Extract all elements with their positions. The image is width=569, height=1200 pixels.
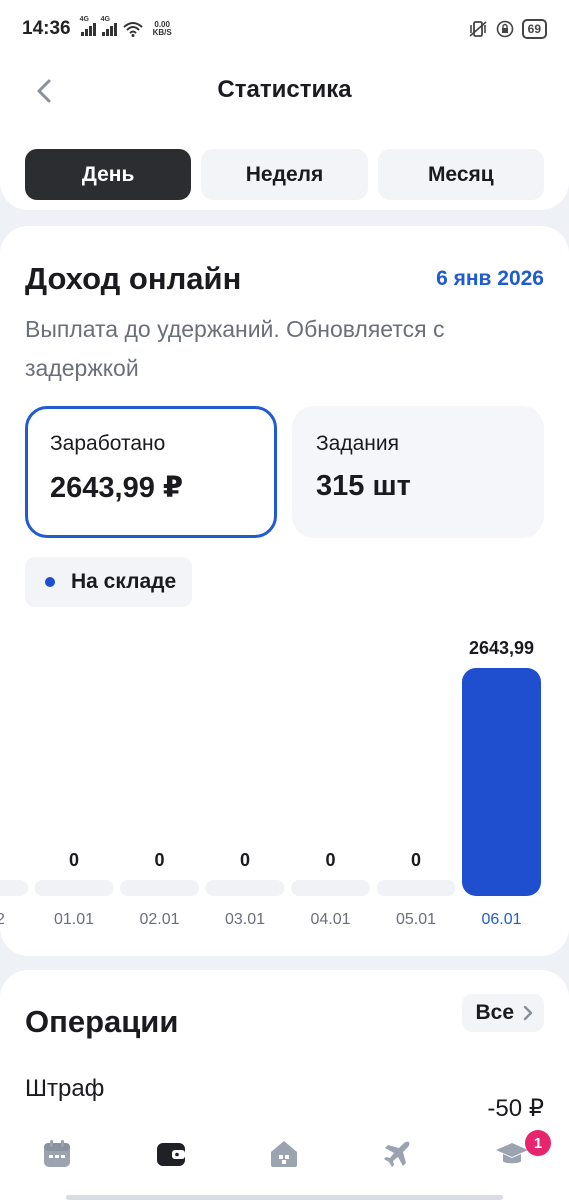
lock-rotation-icon (496, 20, 513, 38)
net-speed: 0.00 KB/S (153, 21, 172, 37)
income-date[interactable]: 6 янв 2026 (436, 267, 544, 291)
wallet-icon (156, 1143, 185, 1166)
chart-bar (34, 880, 114, 896)
status-right: 69 (468, 19, 547, 39)
earned-card[interactable]: Заработано 2643,99 ₽ (25, 406, 277, 538)
operation-amount: -50 ₽ (487, 1095, 544, 1122)
chart-bar-partial (0, 880, 28, 896)
chart-bar (205, 880, 285, 896)
chart-x-label: 01.01 (54, 911, 94, 928)
operations-title: Операции (25, 1004, 179, 1039)
warehouse-icon (271, 1141, 298, 1167)
legend-dot (45, 577, 55, 587)
earned-label: Заработано (50, 432, 166, 455)
operation-name[interactable]: Штраф (25, 1075, 104, 1103)
tab-week[interactable]: Неделя (201, 149, 368, 200)
chart-bar (376, 880, 456, 896)
network-type-1: 4G (79, 16, 89, 23)
chart-value-label: 0 (240, 850, 250, 870)
net-speed-unit: KB/S (152, 28, 172, 37)
status-bar: 14:36 4G 4G 0.00 KB/S 69 (0, 0, 569, 58)
tab-day[interactable]: День (25, 149, 192, 200)
airplane-icon (384, 1141, 410, 1167)
chevron-right-icon (523, 1005, 533, 1021)
page-title: Статистика (217, 76, 352, 103)
nav-warehouse[interactable] (228, 1124, 342, 1200)
chart-value-label: 2643,99 (469, 638, 534, 658)
chart-x-label: 03.01 (225, 911, 265, 928)
income-chart: 2 0 01.01 0 02.01 0 03.01 0 04.01 0 05.01 2643,99 06… (0, 638, 541, 928)
chart-x-label-partial: 2 (0, 911, 5, 928)
vibrate-off-icon (469, 21, 487, 37)
wifi-icon (122, 22, 143, 37)
chart-value-label: 0 (69, 850, 79, 870)
network-type-2: 4G (100, 16, 110, 23)
tab-month[interactable]: Месяц (377, 149, 544, 200)
nav-wallet[interactable] (114, 1124, 228, 1200)
status-time: 14:36 (22, 18, 71, 39)
chart-value-label: 0 (411, 850, 421, 870)
chart-x-label: 02.01 (139, 911, 179, 928)
earned-value: 2643,99 ₽ (50, 472, 184, 504)
nav-calendar[interactable] (0, 1124, 114, 1200)
signal-icon: 4G (80, 16, 96, 36)
chart-value-label: 0 (154, 850, 164, 870)
header-panel: Статистика День Неделя Месяц (0, 58, 569, 210)
period-tabs: День Неделя Месяц (25, 149, 544, 200)
notification-badge: 1 (524, 1130, 551, 1156)
income-note: Выплата до удержаний. Обновляется с заде… (25, 316, 445, 381)
home-indicator (66, 1195, 503, 1200)
chart-bar (291, 880, 370, 896)
income-title: Доход онлайн (25, 261, 242, 296)
all-operations-button[interactable]: Все (462, 994, 544, 1032)
tasks-label: Задания (316, 432, 399, 455)
chart-value-label: 0 (325, 850, 335, 870)
battery-icon: 69 (521, 19, 547, 39)
chart-bar (120, 880, 199, 896)
tasks-value: 315 шт (316, 470, 411, 502)
legend-chip[interactable]: На складе (25, 557, 193, 607)
chart-x-label: 06.01 (481, 911, 521, 928)
calendar-icon (43, 1140, 70, 1167)
bottom-nav: 1 (0, 1124, 569, 1200)
chart-x-label: 05.01 (396, 911, 436, 928)
chart-x-label: 04.01 (310, 911, 350, 928)
signal-icon: 4G (101, 16, 117, 36)
nav-travel[interactable] (341, 1124, 455, 1200)
graduation-cap-icon (496, 1143, 529, 1164)
income-card: Доход онлайн 6 янв 2026 Выплата до удерж… (0, 226, 569, 956)
nav-education[interactable]: 1 (455, 1124, 569, 1200)
network-indicators: 4G 4G 0.00 KB/S (80, 16, 172, 37)
tasks-card[interactable]: Задания 315 шт (292, 406, 544, 538)
chart-bar (462, 668, 541, 896)
all-operations-label: Все (475, 1001, 514, 1024)
legend-label: На складе (71, 570, 177, 593)
